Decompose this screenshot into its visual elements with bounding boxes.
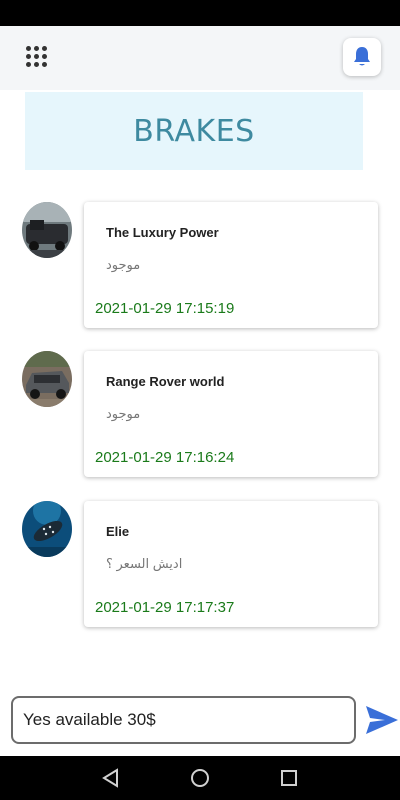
category-banner: BRAKES [25, 92, 363, 170]
message-card[interactable]: Elie اديش السعر ؟ 2021-01-29 17:17:37 [84, 501, 378, 627]
avatar [22, 351, 72, 407]
back-icon [102, 768, 118, 788]
system-nav-bar [0, 756, 400, 800]
message-text: اديش السعر ؟ [106, 556, 183, 571]
home-icon [191, 769, 209, 787]
app-bar [0, 26, 400, 90]
message-text: موجود [106, 257, 141, 272]
reply-input[interactable]: Yes available 30$ [11, 696, 356, 744]
sender-name: Range Rover world [106, 374, 225, 389]
message-timestamp: 2021-01-29 17:16:24 [95, 449, 235, 466]
sender-name: Elie [106, 524, 130, 539]
avatar [22, 501, 72, 557]
recents-icon [281, 770, 297, 786]
home-button[interactable] [189, 767, 211, 789]
message-timestamp: 2021-01-29 17:17:37 [95, 599, 235, 616]
message-timestamp: 2021-01-29 17:15:19 [95, 300, 235, 317]
avatar [22, 202, 72, 258]
banner-title: BRAKES [133, 113, 255, 149]
bell-icon [354, 47, 370, 66]
sender-name: The Luxury Power [106, 225, 219, 240]
notification-button[interactable] [343, 38, 381, 76]
recents-button[interactable] [278, 767, 300, 789]
send-icon [366, 706, 398, 734]
back-button[interactable] [100, 767, 122, 789]
grid-menu-icon[interactable] [26, 46, 48, 68]
status-bar [0, 0, 400, 26]
send-button[interactable] [365, 705, 399, 735]
message-card[interactable]: The Luxury Power موجود 2021-01-29 17:15:… [84, 202, 378, 328]
message-text: موجود [106, 406, 141, 421]
message-card[interactable]: Range Rover world موجود 2021-01-29 17:16… [84, 351, 378, 477]
